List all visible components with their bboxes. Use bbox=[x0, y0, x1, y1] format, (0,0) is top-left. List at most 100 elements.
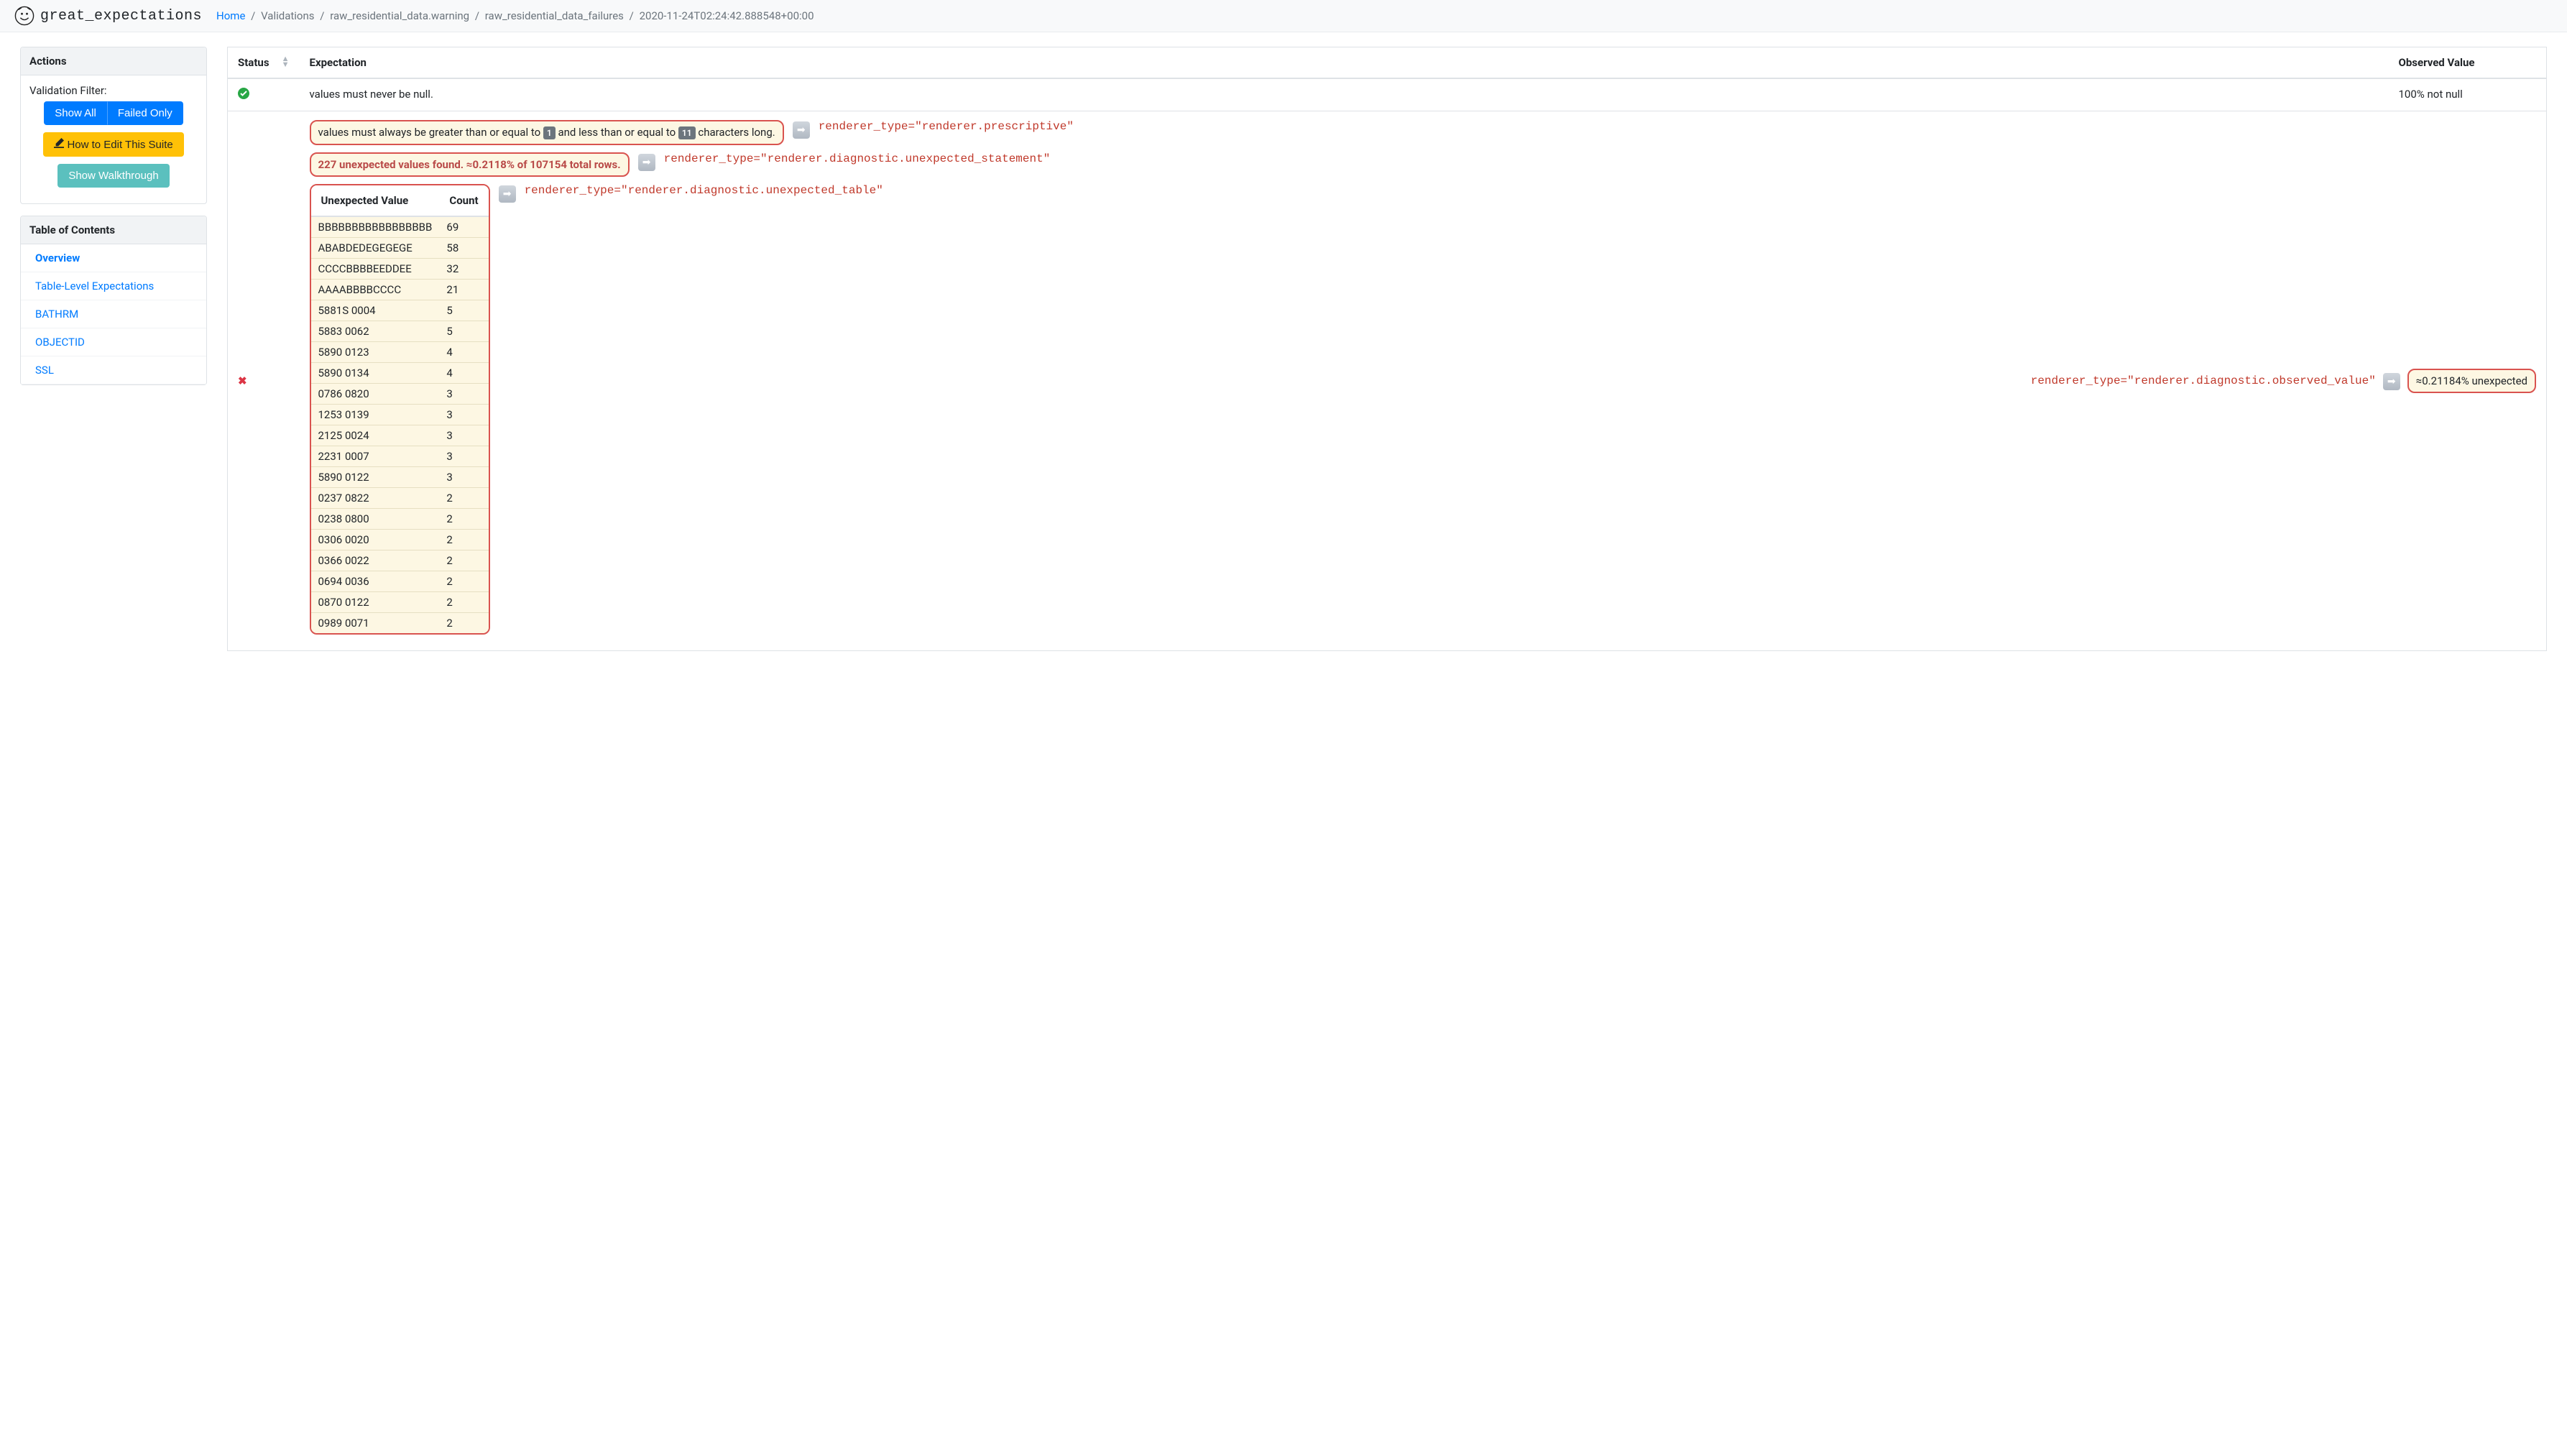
breadcrumb-part: raw_residential_data_failures bbox=[485, 9, 624, 22]
unexpected-row: 5890 01344 bbox=[311, 363, 489, 384]
unexpected-value: 0989 0071 bbox=[311, 613, 440, 634]
toc-item-ssl[interactable]: SSL bbox=[21, 356, 206, 384]
unexpected-count: 2 bbox=[439, 488, 488, 509]
unexpected-row: AAAABBBBCCCC21 bbox=[311, 280, 489, 300]
unexpected-table-callout: Unexpected Value Count BBBBBBBBBBBBBBBBB… bbox=[310, 184, 490, 635]
unexpected-value: 0306 0020 bbox=[311, 530, 440, 550]
renderer-unexpected-table-label: renderer_type="renderer.diagnostic.unexp… bbox=[525, 184, 883, 197]
unexpected-value: 2231 0007 bbox=[311, 446, 440, 467]
walkthrough-button[interactable]: Show Walkthrough bbox=[57, 164, 169, 188]
brand-text: great_expectations bbox=[40, 8, 202, 24]
breadcrumb-part: 2020-11-24T02:24:42.888548+00:00 bbox=[640, 9, 814, 22]
unexpected-count: 4 bbox=[439, 342, 488, 363]
unexpected-value: 0366 0022 bbox=[311, 550, 440, 571]
breadcrumb-part: raw_residential_data.warning bbox=[330, 9, 469, 22]
show-all-button[interactable]: Show All bbox=[44, 101, 107, 125]
observed-callout: ≈0.21184% unexpected bbox=[2407, 369, 2536, 393]
breadcrumb-home[interactable]: Home bbox=[216, 9, 245, 22]
renderer-unexpected-stmt-label: renderer_type="renderer.diagnostic.unexp… bbox=[664, 152, 1051, 165]
renderer-prescriptive-label: renderer_type="renderer.prescriptive" bbox=[819, 120, 1074, 133]
unexpected-row: 0786 08203 bbox=[311, 384, 489, 405]
unexpected-value: 0786 0820 bbox=[311, 384, 440, 405]
breadcrumb: Home / Validations / raw_residential_dat… bbox=[216, 9, 814, 22]
unexpected-count: 69 bbox=[439, 216, 488, 238]
col-expectation[interactable]: Expectation bbox=[300, 47, 2389, 79]
badge-max: 11 bbox=[678, 126, 696, 139]
unexpected-count: 58 bbox=[439, 238, 488, 259]
toc-item-bathrm[interactable]: BATHRM bbox=[21, 300, 206, 328]
sidebar: Actions Validation Filter: Show All Fail… bbox=[20, 47, 207, 397]
unexpected-value: CCCCBBBBEEDDEE bbox=[311, 259, 440, 280]
result-row-pass: values must never be null. 100% not null bbox=[228, 78, 2547, 111]
check-circle-icon bbox=[238, 88, 249, 99]
unexpected-stmt-callout: 227 unexpected values found. ≈0.2118% of… bbox=[310, 152, 630, 177]
main: Status ▲▼ Expectation Observed Value bbox=[227, 47, 2547, 651]
edit-icon bbox=[54, 138, 64, 148]
unexpected-count: 5 bbox=[439, 300, 488, 321]
unexpected-row: 2125 00243 bbox=[311, 425, 489, 446]
unexpected-row: 5890 01223 bbox=[311, 467, 489, 488]
unexpected-count: 2 bbox=[439, 571, 488, 592]
unexpected-row: BBBBBBBBBBBBBBBBB69 bbox=[311, 216, 489, 238]
breadcrumb-part: Validations bbox=[261, 9, 314, 22]
actions-title: Actions bbox=[21, 47, 206, 75]
col-observed[interactable]: Observed Value bbox=[2389, 47, 2547, 79]
toc-item-overview[interactable]: Overview bbox=[21, 244, 206, 272]
inner-col-count: Count bbox=[439, 185, 488, 216]
unexpected-row: 0237 08222 bbox=[311, 488, 489, 509]
unexpected-count: 4 bbox=[439, 363, 488, 384]
unexpected-value: AAAABBBBCCCC bbox=[311, 280, 440, 300]
unexpected-value: 5890 0123 bbox=[311, 342, 440, 363]
unexpected-count: 5 bbox=[439, 321, 488, 342]
edit-suite-label: How to Edit This Suite bbox=[67, 139, 172, 151]
prescriptive-callout: values must always be greater than or eq… bbox=[310, 120, 784, 145]
unexpected-value: 5881S 0004 bbox=[311, 300, 440, 321]
unexpected-row: 0238 08002 bbox=[311, 509, 489, 530]
arrow-right-icon: ➡ bbox=[2383, 373, 2400, 390]
unexpected-value: 5883 0062 bbox=[311, 321, 440, 342]
brand-block: great_expectations bbox=[14, 6, 202, 26]
arrow-right-icon: ➡ bbox=[793, 121, 810, 139]
unexpected-value: ABABDEDEGEGEGE bbox=[311, 238, 440, 259]
actions-card: Actions Validation Filter: Show All Fail… bbox=[20, 47, 207, 204]
prescriptive-pre: values must always be greater than or eq… bbox=[318, 126, 543, 139]
unexpected-count: 32 bbox=[439, 259, 488, 280]
prescriptive-post: characters long. bbox=[698, 126, 775, 139]
unexpected-value: 5890 0122 bbox=[311, 467, 440, 488]
unexpected-value: 5890 0134 bbox=[311, 363, 440, 384]
toc-item-table-level[interactable]: Table-Level Expectations bbox=[21, 272, 206, 300]
unexpected-row: 5881S 00045 bbox=[311, 300, 489, 321]
unexpected-count: 21 bbox=[439, 280, 488, 300]
unexpected-count: 2 bbox=[439, 530, 488, 550]
edit-suite-button[interactable]: How to Edit This Suite bbox=[43, 132, 183, 157]
unexpected-row: 2231 00073 bbox=[311, 446, 489, 467]
unexpected-value: 0694 0036 bbox=[311, 571, 440, 592]
result-row-fail: ✖ values must always be greater than or … bbox=[228, 111, 2547, 651]
unexpected-row: 0694 00362 bbox=[311, 571, 489, 592]
renderer-observed-label: renderer_type="renderer.diagnostic.obser… bbox=[2031, 374, 2376, 387]
expectation-text: values must never be null. bbox=[300, 78, 2389, 111]
unexpected-row: 1253 01393 bbox=[311, 405, 489, 425]
unexpected-count: 3 bbox=[439, 405, 488, 425]
prescriptive-mid: and less than or equal to bbox=[558, 126, 678, 139]
filter-label: Validation Filter: bbox=[29, 84, 198, 97]
col-status[interactable]: Status ▲▼ bbox=[228, 47, 300, 79]
logo-icon bbox=[14, 6, 34, 26]
sort-icon: ▲▼ bbox=[282, 56, 290, 68]
unexpected-row: 0306 00202 bbox=[311, 530, 489, 550]
toc-item-objectid[interactable]: OBJECTID bbox=[21, 328, 206, 356]
unexpected-row: 5890 01234 bbox=[311, 342, 489, 363]
unexpected-row: 0870 01222 bbox=[311, 592, 489, 613]
unexpected-row: CCCCBBBBEEDDEE32 bbox=[311, 259, 489, 280]
unexpected-value: 2125 0024 bbox=[311, 425, 440, 446]
toc-card: Table of Contents Overview Table-Level E… bbox=[20, 216, 207, 385]
unexpected-count: 2 bbox=[439, 592, 488, 613]
unexpected-value: 0238 0800 bbox=[311, 509, 440, 530]
failed-only-button[interactable]: Failed Only bbox=[107, 101, 183, 125]
topbar: great_expectations Home / Validations / … bbox=[0, 0, 2567, 32]
unexpected-count: 3 bbox=[439, 384, 488, 405]
unexpected-table: Unexpected Value Count BBBBBBBBBBBBBBBBB… bbox=[311, 185, 489, 633]
unexpected-count: 2 bbox=[439, 550, 488, 571]
results-table: Status ▲▼ Expectation Observed Value bbox=[227, 47, 2547, 651]
arrow-right-icon: ➡ bbox=[499, 185, 516, 203]
